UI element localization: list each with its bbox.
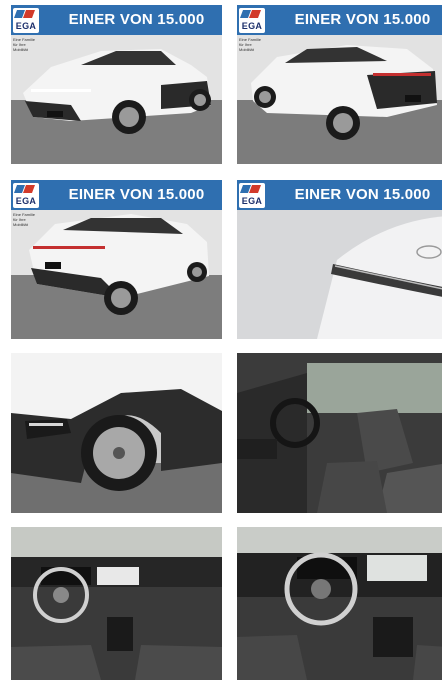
banner-headline: EINER VON 15.000 xyxy=(68,11,205,28)
gallery-photo-3[interactable]: EGA EINER VON 15.000 Eine Familie für Ih… xyxy=(11,180,222,339)
gallery-photo-8[interactable] xyxy=(237,527,442,680)
photo-gallery: EGA EINER VON 15.000 Eine Familie für Ih… xyxy=(0,0,442,680)
promo-banner: EGA EINER VON 15.000 xyxy=(237,180,442,210)
ega-logo: EGA xyxy=(13,8,39,33)
promo-banner: EGA EINER VON 15.000 xyxy=(237,5,442,35)
cockpit-photo xyxy=(237,527,442,680)
banner-headline: EINER VON 15.000 xyxy=(68,186,205,203)
ega-logo: EGA xyxy=(239,183,265,208)
banner-headline: EINER VON 15.000 xyxy=(294,186,431,203)
gallery-photo-4[interactable]: EGA EINER VON 15.000 xyxy=(237,180,442,339)
ega-tagline: Eine Familie für Ihre Mobilität xyxy=(239,37,262,52)
gallery-photo-6[interactable] xyxy=(237,353,442,513)
ega-logo-text: EGA xyxy=(241,21,263,31)
banner-headline: EINER VON 15.000 xyxy=(294,11,431,28)
front-seats-photo xyxy=(237,353,442,513)
wheel-closeup-photo xyxy=(11,353,222,513)
ega-tagline: Eine Familie für Ihre Mobilität xyxy=(13,37,36,52)
ega-logo-text: EGA xyxy=(15,21,37,31)
promo-banner: EGA EINER VON 15.000 xyxy=(11,180,222,210)
ega-logo: EGA xyxy=(239,8,265,33)
promo-banner: EGA EINER VON 15.000 xyxy=(11,5,222,35)
gallery-photo-2[interactable]: EGA EINER VON 15.000 Eine Familie für Ih… xyxy=(237,5,442,164)
gallery-photo-1[interactable]: EGA EINER VON 15.000 Eine Familie für Ih… xyxy=(11,5,222,164)
ega-logo: EGA xyxy=(13,183,39,208)
ega-logo-text: EGA xyxy=(241,196,263,206)
gallery-photo-7[interactable] xyxy=(11,527,222,680)
gallery-photo-5[interactable] xyxy=(11,353,222,513)
ega-logo-text: EGA xyxy=(15,196,37,206)
ega-tagline: Eine Familie für Ihre Mobilität xyxy=(13,212,36,227)
dashboard-photo xyxy=(11,527,222,680)
